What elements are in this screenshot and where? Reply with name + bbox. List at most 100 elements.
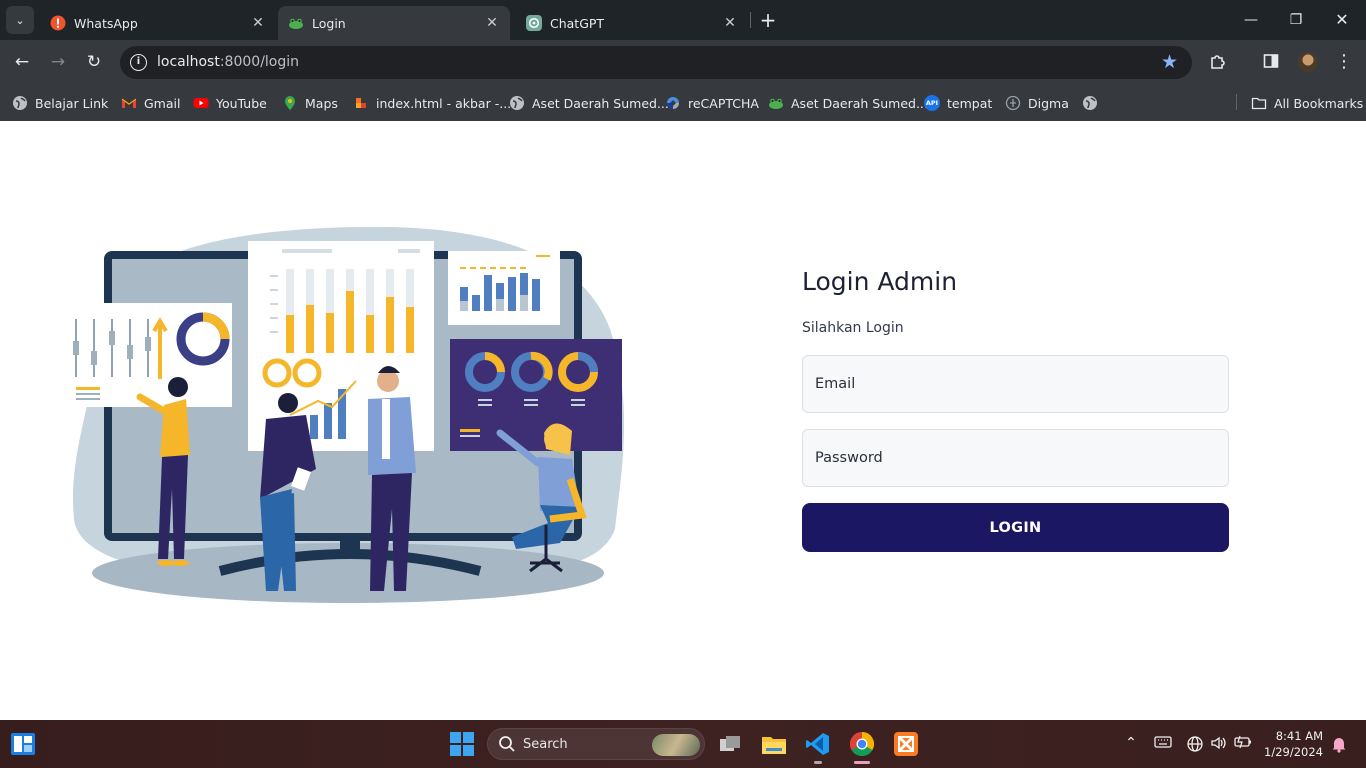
profile-avatar[interactable] [1298, 52, 1318, 72]
search-highlight-image [652, 734, 700, 756]
frog-icon [768, 95, 784, 111]
windows-taskbar: Search ⌃ 8:41 AM 1/29/2024 [0, 720, 1366, 768]
keyboard-icon[interactable] [1154, 735, 1172, 753]
running-indicator [814, 761, 822, 764]
bookmark-item[interactable]: API tempat [924, 93, 992, 113]
volume-icon[interactable] [1210, 735, 1228, 755]
widgets-icon[interactable] [10, 731, 36, 757]
globe-icon [509, 95, 525, 111]
login-page: Login Admin Silahkan Login LOGIN [0, 121, 1366, 720]
bookmark-item[interactable]: reCAPTCHA [665, 93, 759, 113]
tab-title: ChatGPT [550, 15, 605, 31]
taskbar-search[interactable]: Search [487, 728, 705, 760]
bookmark-item[interactable]: index.html - akbar -... [353, 93, 511, 113]
battery-icon[interactable] [1234, 735, 1252, 753]
url-host: localhost [157, 54, 220, 70]
bookmark-item[interactable]: Gmail [121, 93, 180, 113]
tab-separator [750, 12, 751, 28]
bookmark-label: Belajar Link [35, 95, 109, 111]
login-subtitle: Silahkan Login [802, 320, 904, 336]
address-bar[interactable]: i localhost:8000/login ★ [120, 46, 1192, 79]
bookmark-item[interactable]: Belajar Link [12, 93, 108, 113]
chatgpt-icon [526, 15, 542, 31]
forward-button[interactable]: → [46, 50, 70, 74]
youtube-icon [193, 95, 209, 111]
all-bookmarks-button[interactable]: All Bookmarks [1251, 93, 1363, 113]
tab-title: WhatsApp [74, 15, 138, 31]
bookmark-label: reCAPTCHA [688, 95, 759, 111]
bookmark-star-icon[interactable]: ★ [1161, 51, 1178, 73]
chevron-up-icon[interactable]: ⌃ [1122, 735, 1140, 751]
minimize-button[interactable]: — [1239, 8, 1263, 32]
bookmark-item[interactable]: Maps [282, 93, 338, 113]
site-info-icon[interactable]: i [130, 54, 147, 71]
task-view-icon[interactable] [717, 731, 743, 757]
tab-title: Login [312, 15, 346, 31]
close-tab-icon[interactable]: ✕ [484, 15, 500, 31]
tab-whatsapp[interactable]: WhatsApp ✕ [40, 6, 276, 40]
whatsapp-error-icon [50, 15, 66, 31]
gmail-icon [121, 95, 137, 111]
bookmark-label: YouTube [216, 95, 267, 111]
file-explorer-icon[interactable] [761, 731, 787, 757]
active-app-indicator [854, 761, 870, 764]
browser-toolbar: ← → ↻ i localhost:8000/login ★ ⋮ [0, 40, 1366, 84]
folder-icon [1251, 95, 1267, 111]
bookmark-label: Digma [1028, 95, 1069, 111]
close-tab-icon[interactable]: ✕ [250, 15, 266, 31]
bookmark-label: Aset Daerah Sumed... [791, 95, 928, 111]
bookmark-item[interactable]: Digma [1005, 93, 1069, 113]
reload-button[interactable]: ↻ [82, 50, 106, 74]
clock-date: 1/29/2024 [1264, 745, 1323, 759]
login-button[interactable]: LOGIN [802, 503, 1229, 552]
vscode-icon[interactable] [805, 731, 831, 757]
bookmark-item[interactable]: Aset Daerah Sumed... [768, 93, 928, 113]
chevron-down-icon: ⌄ [15, 13, 25, 27]
api-icon: API [924, 95, 940, 111]
tab-strip: ⌄ WhatsApp ✕ Login ✕ ChatGPT ✕ + — ❐ ✕ [0, 0, 1366, 40]
bookmark-item[interactable] [1082, 93, 1105, 113]
notification-bell-icon[interactable] [1330, 735, 1348, 757]
bookmark-label: Gmail [144, 95, 181, 111]
url-path: :8000/login [219, 54, 300, 70]
search-label: Search [523, 737, 568, 752]
tab-login[interactable]: Login ✕ [278, 6, 510, 40]
bookmark-label: index.html - akbar -... [376, 95, 512, 111]
tab-chatgpt[interactable]: ChatGPT ✕ [516, 6, 748, 40]
bookmarks-bar: Belajar Link Gmail YouTube Maps index.ht… [0, 84, 1366, 121]
close-tab-icon[interactable]: ✕ [722, 15, 738, 31]
restore-button[interactable]: ❐ [1284, 8, 1308, 32]
analytics-team-illustration [68, 226, 625, 603]
digma-icon [1005, 95, 1021, 111]
bookmark-label: Maps [305, 95, 338, 111]
bookmark-label: tempat [947, 95, 993, 111]
side-panel-icon[interactable] [1261, 52, 1281, 72]
login-title: Login Admin [802, 267, 958, 296]
maps-icon [282, 95, 298, 111]
xampp-icon[interactable] [893, 731, 919, 757]
bookmark-label: Aset Daerah Sumed... [532, 95, 669, 111]
bookmark-item[interactable]: YouTube [193, 93, 267, 113]
network-globe-icon[interactable] [1186, 735, 1204, 757]
globe-icon [1082, 95, 1098, 111]
frog-icon [288, 15, 304, 31]
menu-kebab-icon[interactable]: ⋮ [1334, 52, 1354, 72]
back-button[interactable]: ← [10, 50, 34, 74]
bookmark-item[interactable]: Aset Daerah Sumed... [509, 93, 669, 113]
globe-icon [12, 95, 28, 111]
tab-search-button[interactable]: ⌄ [6, 6, 34, 34]
bookmark-separator [1236, 94, 1237, 110]
system-clock[interactable]: 8:41 AM 1/29/2024 [1264, 728, 1323, 760]
extensions-icon[interactable] [1208, 52, 1228, 72]
email-field[interactable] [802, 355, 1229, 413]
search-icon [498, 735, 516, 753]
password-field[interactable] [802, 429, 1229, 487]
new-tab-button[interactable]: + [758, 10, 778, 30]
chrome-icon[interactable] [849, 731, 875, 757]
recaptcha-icon [665, 95, 681, 111]
login-form: Login Admin Silahkan Login LOGIN [802, 267, 1229, 552]
url-text[interactable]: localhost:8000/login [157, 54, 299, 70]
all-bookmarks-label: All Bookmarks [1274, 95, 1364, 111]
start-menu-icon[interactable] [449, 731, 475, 757]
close-window-button[interactable]: ✕ [1330, 8, 1354, 32]
